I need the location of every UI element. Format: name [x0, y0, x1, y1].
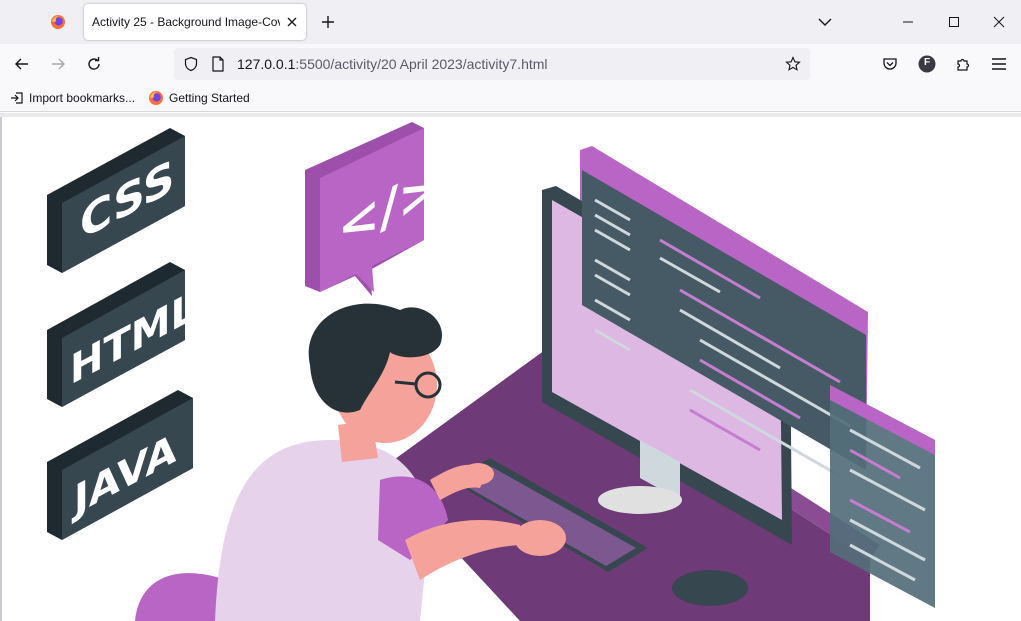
minimize-button[interactable]: [885, 0, 931, 44]
reload-button[interactable]: [80, 50, 108, 78]
list-all-tabs-button[interactable]: [812, 10, 838, 34]
close-icon: [993, 16, 1005, 28]
firefox-icon: [149, 91, 163, 105]
page-content: CSS HTML JAVA </>: [0, 113, 1021, 621]
address-bar[interactable]: 127.0.0.1:5500/activity/20 April 2023/ac…: [174, 48, 810, 80]
code-bubble: </>: [305, 122, 440, 296]
pinned-tab[interactable]: [40, 6, 76, 38]
bookmark-import[interactable]: Import bookmarks...: [10, 89, 135, 107]
menu-button[interactable]: [985, 50, 1013, 78]
forward-arrow-icon: [52, 58, 65, 70]
url-text[interactable]: 127.0.0.1:5500/activity/20 April 2023/ac…: [237, 56, 548, 72]
hamburger-icon: [992, 58, 1006, 70]
pocket-button[interactable]: [876, 50, 904, 78]
close-window-button[interactable]: [976, 0, 1021, 44]
developer-illustration: CSS HTML JAVA </>: [0, 117, 935, 621]
pocket-icon: [883, 58, 897, 70]
mouse: [672, 570, 748, 606]
bookmark-label: Import bookmarks...: [29, 91, 136, 105]
tab-title: Activity 25 - Background Image-Cover: [92, 15, 280, 29]
bookmarks-toolbar: Import bookmarks... Getting Started: [0, 84, 1021, 112]
import-icon: [11, 92, 23, 104]
puzzle-icon: [957, 58, 970, 71]
url-path: :5500/activity/20 April 2023/activity7.h…: [295, 56, 548, 72]
tab-strip: Activity 25 - Background Image-Cover: [0, 0, 1021, 44]
back-arrow-icon: [15, 58, 28, 70]
chevron-down-icon: [818, 18, 832, 26]
profile-initial: F: [923, 57, 931, 68]
bookmark-label: Getting Started: [169, 91, 250, 105]
back-button[interactable]: [8, 50, 36, 78]
html-badge: HTML: [47, 262, 196, 407]
extensions-button[interactable]: [949, 50, 977, 78]
java-badge: JAVA: [47, 390, 193, 540]
bookmark-star-icon[interactable]: [785, 56, 801, 72]
new-tab-button[interactable]: [316, 10, 340, 34]
url-host: 127.0.0.1: [237, 56, 296, 72]
shield-icon[interactable]: [183, 56, 199, 72]
page-icon[interactable]: [210, 56, 226, 72]
bookmark-getting-started[interactable]: Getting Started: [148, 89, 250, 107]
forward-button[interactable]: [44, 50, 72, 78]
maximize-button[interactable]: [931, 0, 977, 44]
maximize-icon: [949, 17, 959, 27]
navigation-toolbar: 127.0.0.1:5500/activity/20 April 2023/ac…: [0, 44, 1021, 84]
plus-icon: [322, 16, 334, 28]
close-tab-icon[interactable]: [284, 14, 300, 30]
firefox-icon: [51, 15, 65, 29]
css-badge: CSS: [47, 128, 185, 273]
active-tab[interactable]: Activity 25 - Background Image-Cover: [84, 4, 306, 40]
minimize-icon: [903, 21, 913, 23]
account-button[interactable]: F: [913, 50, 941, 78]
reload-icon: [88, 57, 100, 70]
